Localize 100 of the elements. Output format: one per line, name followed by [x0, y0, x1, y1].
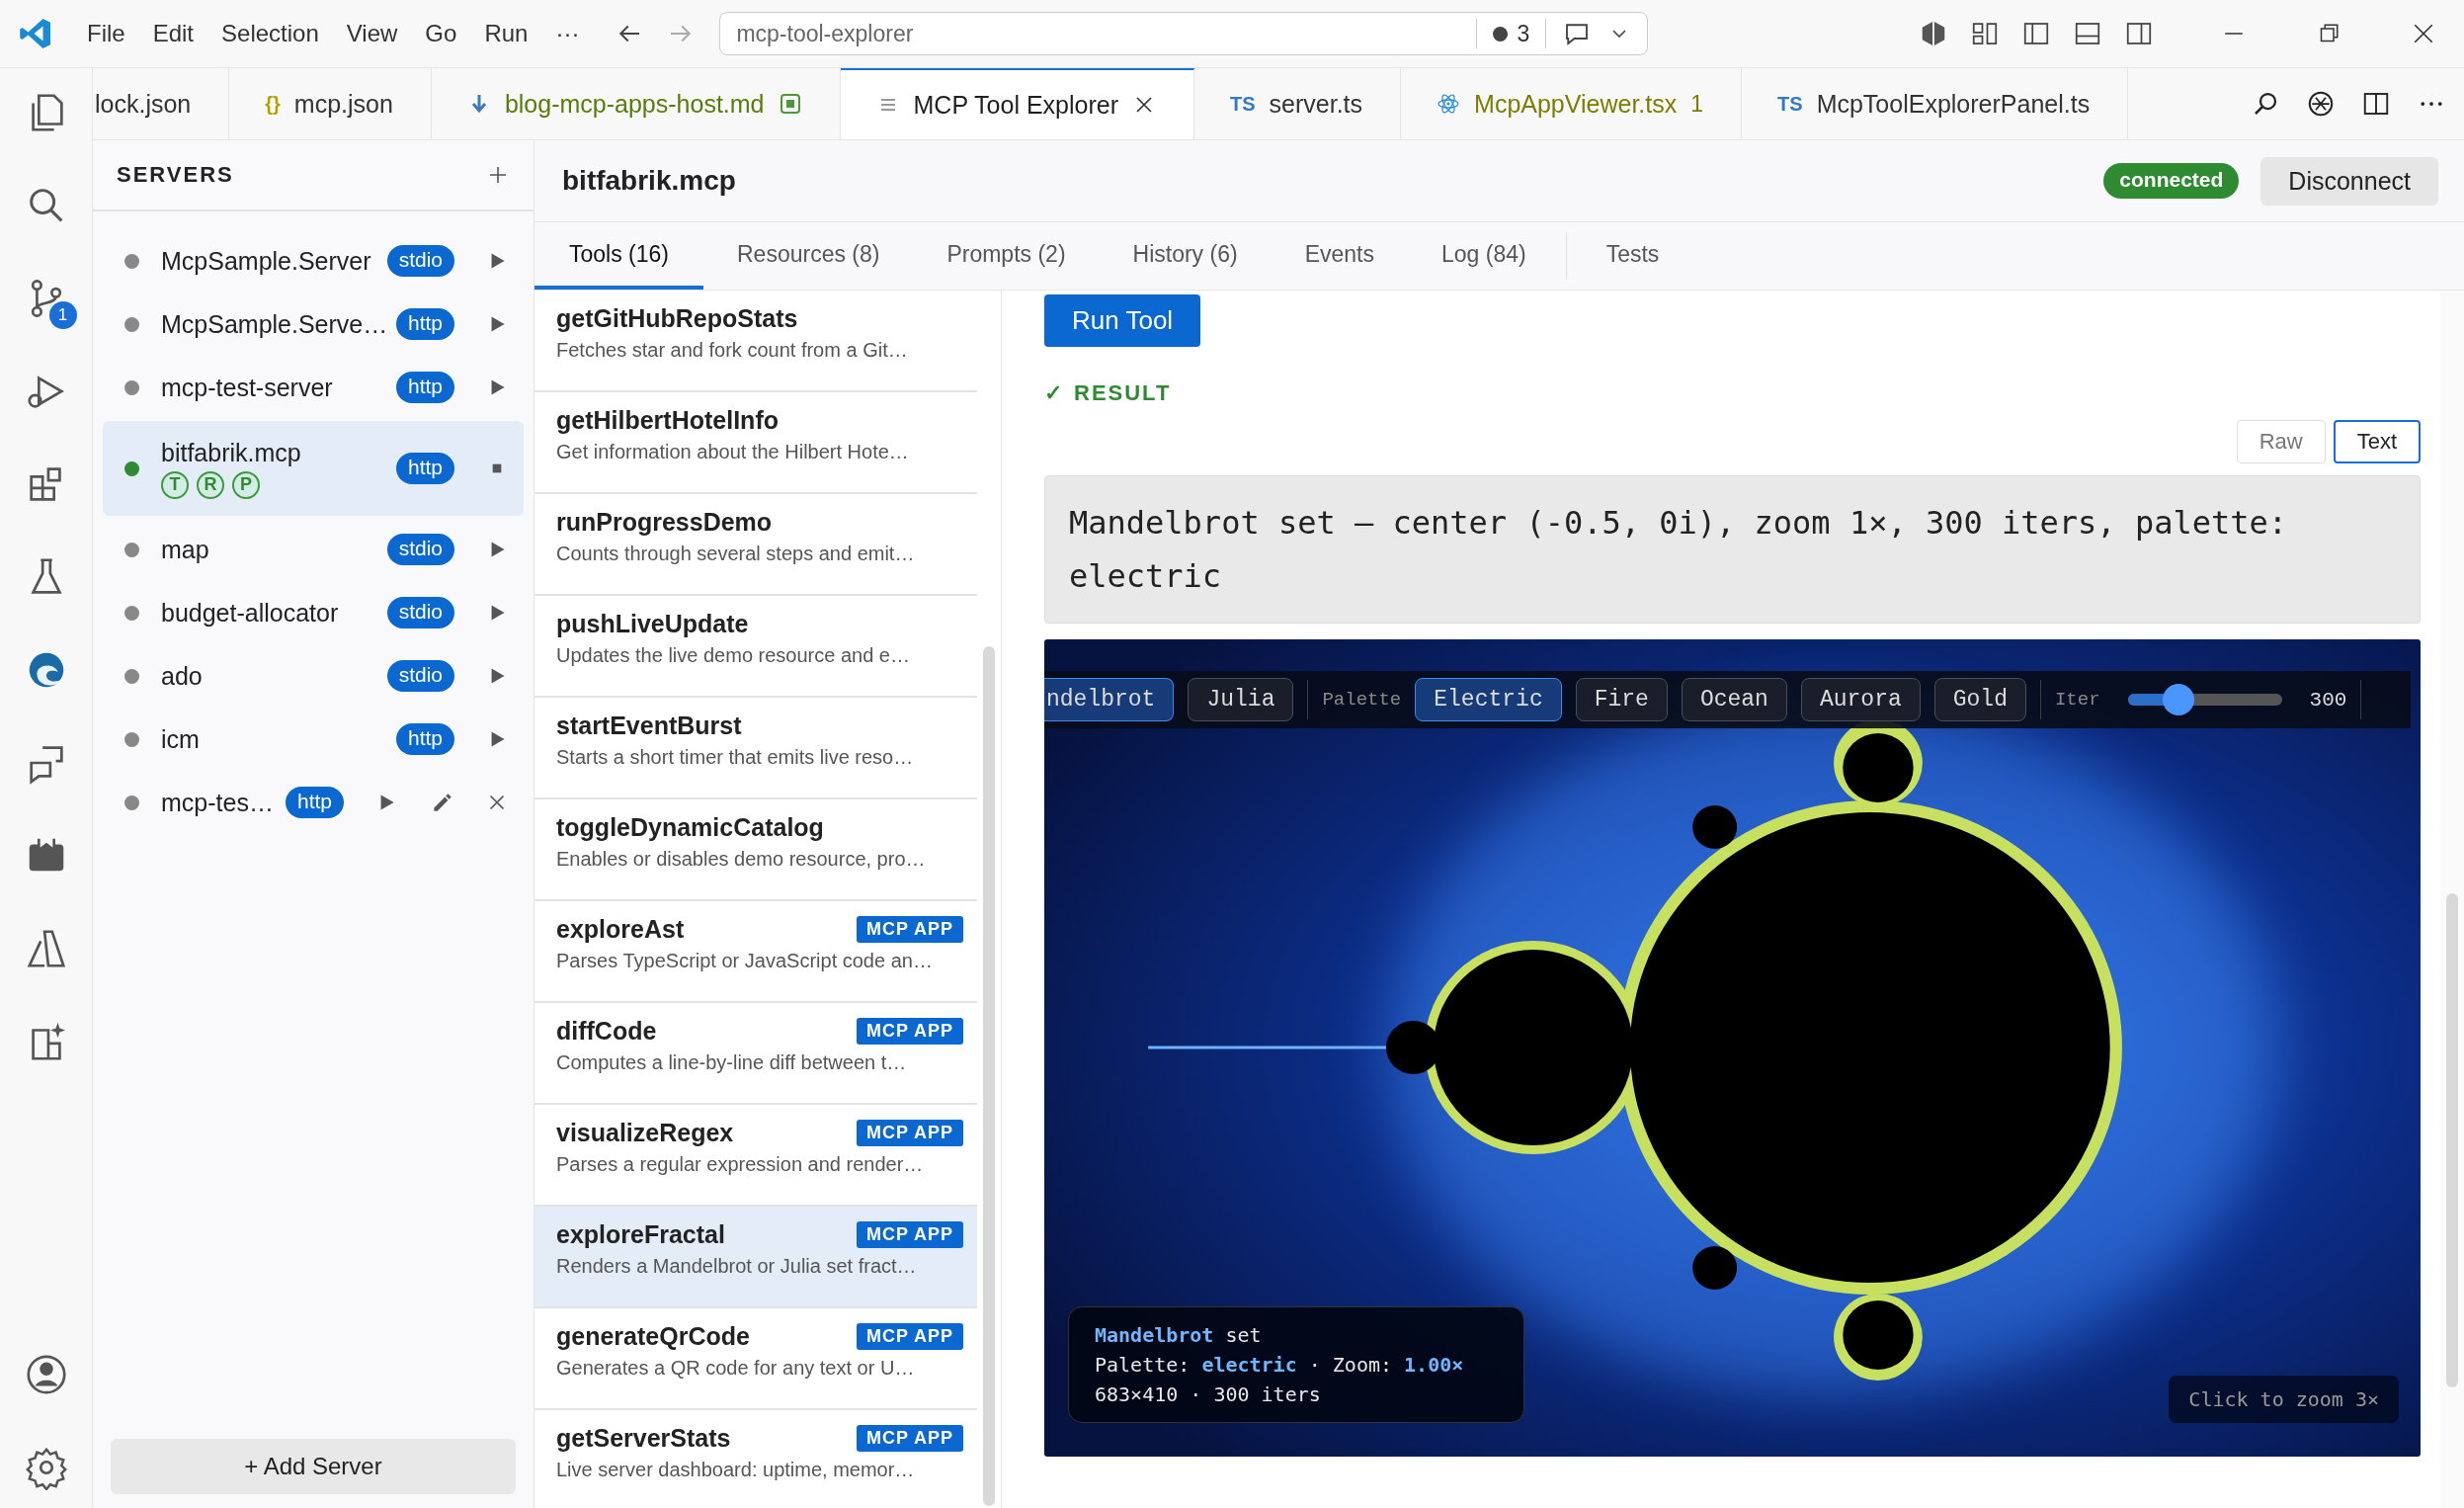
count-label: 3 [1517, 20, 1530, 47]
editor-tab[interactable]: MCP Tool Explorer [840, 68, 1194, 139]
server-name: McpSample.Serve… [161, 309, 386, 339]
tool-description: Enables or disables demo resource, pro… [556, 848, 927, 871]
menu-item[interactable]: Run [470, 20, 542, 47]
settings-icon[interactable] [23, 1445, 69, 1490]
server-item[interactable]: icm http [103, 708, 524, 771]
tool-item[interactable]: runProgressDemo Counts through several steps and emit… [534, 494, 977, 596]
server-title: bitfabrik.mcp [562, 165, 737, 197]
mode-button[interactable]: Julia [1188, 678, 1294, 721]
server-item[interactable]: mcp-test-server http [103, 356, 524, 419]
palette-button[interactable]: Aurora [1800, 678, 1921, 721]
tab[interactable]: Tools (16) [534, 222, 703, 290]
tab[interactable]: Log (84) [1407, 222, 1560, 290]
slider-thumb[interactable] [2163, 684, 2195, 715]
editor-tab[interactable]: lock.json [93, 68, 230, 139]
tab[interactable]: Tests [1572, 222, 1693, 290]
mcp-app-badge: MCP APP [856, 1120, 963, 1146]
tool-name: pushLiveUpdate [556, 610, 749, 638]
mcp-app-badge: MCP APP [856, 916, 963, 943]
section-title: SERVERS [117, 162, 234, 188]
server-item[interactable]: mcp-tes… http [103, 771, 524, 834]
server-name: bitfabrik.mcp [161, 438, 302, 467]
tool-name: getHilbertHotelInfo [556, 406, 779, 435]
server-name: McpSample.Server [161, 246, 372, 276]
tool-description: Renders a Mandelbrot or Julia set fract… [556, 1255, 918, 1278]
transport-badge: stdio [386, 245, 454, 277]
mode-button[interactable]: ndelbrot [1044, 678, 1175, 721]
preview-icon[interactable] [778, 92, 802, 116]
tab[interactable]: Resources (8) [703, 222, 914, 290]
server-item[interactable]: budget-allocator stdio [103, 581, 524, 644]
tool-name: generateQrCode [556, 1322, 750, 1351]
server-item[interactable]: bitfabrik.mcp T R P http [103, 421, 524, 516]
tool-item[interactable]: generateQrCode MCP APP Generates a QR code for any text or U… [534, 1308, 977, 1410]
palette-button[interactable]: Gold [1933, 678, 2026, 721]
transport-badge: http [395, 308, 454, 340]
server-item[interactable]: ado stdio [103, 644, 524, 708]
server-item[interactable]: McpSample.Serve… http [103, 293, 524, 356]
editor-tab[interactable]: TS server.ts [1194, 68, 1402, 139]
info-text: Palette: electric · Zoom: 1.00× [1095, 1353, 1465, 1377]
palette-button[interactable]: Ocean [1681, 678, 1787, 721]
editor-tab[interactable]: TS McpToolExplorerPanel.ts [1742, 68, 2129, 139]
mcp-app-badge: MCP APP [856, 1018, 963, 1045]
tool-description: Parses TypeScript or JavaScript code an… [556, 950, 934, 972]
iter-value: 300 [2309, 688, 2347, 712]
tool-item[interactable]: startEventBurst Starts a short timer that emits live reso… [534, 698, 977, 799]
tool-item[interactable]: getHilbertHotelInfo Get information about the Hilbert Hote… [534, 392, 977, 494]
transport-badge: http [285, 787, 344, 818]
server-item[interactable]: McpSample.Server stdio [103, 229, 524, 293]
editor-tab[interactable]: {} mcp.json [229, 68, 432, 139]
menu-item[interactable]: File [73, 20, 139, 47]
tool-description: Counts through several steps and emit… [556, 543, 916, 565]
tool-item[interactable]: exploreFractal MCP APP Renders a Mandelbrot or Julia set fract… [534, 1207, 977, 1308]
transport-badge: stdio [386, 534, 454, 565]
tab[interactable]: History (6) [1099, 222, 1272, 290]
tab[interactable]: Events [1271, 222, 1408, 290]
server-item[interactable]: map stdio [103, 518, 524, 581]
menu-item[interactable]: Selection [207, 20, 333, 47]
command-center[interactable]: mcp-tool-explorer 3 [719, 12, 1649, 55]
menu-item[interactable]: Go [411, 20, 471, 47]
editor-tab[interactable]: McpAppViewer.tsx 1 [1401, 68, 1743, 139]
palette-button[interactable]: Electric [1415, 678, 1562, 721]
transport-badge: stdio [386, 660, 454, 692]
transport-badge: http [395, 723, 454, 755]
tool-item[interactable]: diffCode MCP APP Computes a line-by-line diff between t… [534, 1003, 977, 1105]
server-name: map [161, 535, 210, 564]
view-toggle[interactable]: Raw [2236, 420, 2326, 463]
tab[interactable]: Prompts (2) [913, 222, 1100, 290]
atom-icon [1437, 92, 1461, 116]
tool-name: startEventBurst [556, 712, 742, 740]
tool-name: exploreFractal [556, 1220, 725, 1249]
tool-description: Starts a short timer that emits live reso… [556, 746, 915, 769]
notification-badge: 1 [48, 301, 77, 329]
tool-name: diffCode [556, 1017, 657, 1046]
editor-tab[interactable]: blog-mcp-apps-host.md [431, 68, 841, 139]
mcp-app-badge: MCP APP [856, 1221, 963, 1248]
knot-icon[interactable] [2306, 89, 2336, 119]
tool-item[interactable]: getGitHubRepoStats Fetches star and fork count from a Git… [534, 291, 977, 392]
view-toggle[interactable]: Text [2333, 420, 2421, 463]
disconnect-button[interactable]: Disconnect [2260, 156, 2438, 206]
menu-item[interactable]: Edit [138, 20, 208, 47]
capability-badge: R [197, 470, 224, 499]
run-tool-button[interactable]: Run Tool [1044, 294, 1201, 347]
tool-item[interactable]: toggleDynamicCatalog Enables or disables demo resource, pro… [534, 799, 977, 901]
tool-description: Updates the live demo resource and e… [556, 644, 911, 667]
scrollbar[interactable] [2440, 291, 2464, 1508]
tool-item[interactable]: exploreAst MCP APP Parses TypeScript or JavaScript code an… [534, 901, 977, 1003]
iter-label: Iter [2054, 689, 2100, 711]
tool-item[interactable]: getServerStats MCP APP Live server dashboard: uptime, memor… [534, 1410, 977, 1508]
tool-description: Generates a QR code for any text or U… [556, 1357, 916, 1380]
tool-name: exploreAst [556, 915, 685, 944]
menu-item[interactable]: View [332, 20, 412, 47]
transport-badge: http [395, 372, 454, 403]
menu-item[interactable]: ··· [541, 20, 594, 47]
tool-description: Get information about the Hilbert Hote… [556, 441, 910, 463]
capability-badge: T [161, 470, 189, 499]
server-name: mcp-tes… [161, 788, 275, 817]
tool-item[interactable]: pushLiveUpdate Updates the live demo resource and e… [534, 596, 977, 698]
palette-button[interactable]: Fire [1575, 678, 1668, 721]
add-server-button[interactable]: + Add Server [111, 1439, 516, 1494]
